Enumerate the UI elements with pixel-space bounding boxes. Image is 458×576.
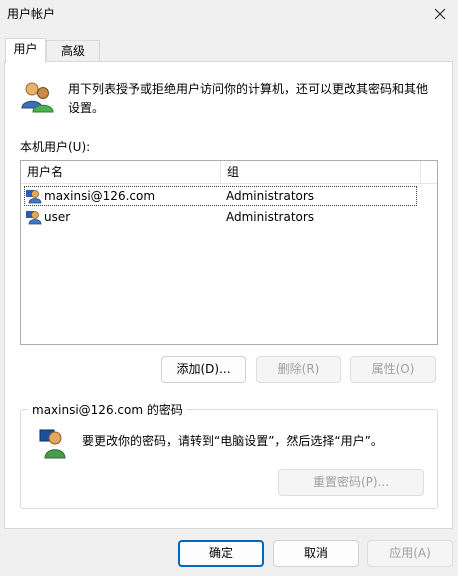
column-header-username[interactable]: 用户名 (21, 161, 221, 183)
user-key-icon (39, 429, 66, 459)
tab-users[interactable]: 用户 (5, 38, 46, 63)
remove-button[interactable]: 删除(R) (256, 356, 341, 383)
close-icon (434, 8, 446, 20)
title-bar: 用户帐户 (0, 0, 458, 28)
ok-button[interactable]: 确定 (178, 540, 264, 567)
password-group-legend: maxinsi@126.com 的密码 (29, 401, 186, 418)
user-list[interactable]: 用户名 组 maxinsi@126.com Administrators use… (20, 160, 438, 345)
cancel-button[interactable]: 取消 (273, 540, 359, 567)
window-title: 用户帐户 (7, 7, 56, 21)
users-icon (21, 82, 54, 113)
list-item[interactable]: user Administrators (24, 207, 417, 227)
user-list-label: 本机用户(U): (20, 140, 91, 154)
tab-advanced[interactable]: 高级 (46, 40, 100, 61)
list-item[interactable]: maxinsi@126.com Administrators (24, 186, 417, 206)
password-instruction-text: 要更改你的密码，请转到“电脑设置”，然后选择“用户”。 (82, 434, 383, 448)
tab-panel-users: 用下列表授予或拒绝用户访问你的计算机，还可以更改其密码和其他设置。 本机用户(U… (4, 61, 453, 529)
intro-text: 用下列表授予或拒绝用户访问你的计算机，还可以更改其密码和其他设置。 (68, 82, 429, 115)
apply-button[interactable]: 应用(A) (367, 540, 453, 567)
user-icon (26, 211, 42, 225)
user-group: Administrators (226, 189, 315, 203)
user-name: user (44, 210, 71, 224)
reset-password-button[interactable]: 重置密码(P)... (278, 469, 424, 496)
properties-button[interactable]: 属性(O) (350, 356, 436, 383)
user-group: Administrators (226, 210, 315, 224)
list-header: 用户名 组 (21, 161, 437, 184)
add-button[interactable]: 添加(D)... (161, 356, 246, 383)
user-name: maxinsi@126.com (44, 189, 156, 203)
user-icon (26, 190, 42, 204)
close-button[interactable] (422, 0, 458, 28)
dialog-button-bar: 确定 取消 应用(A) (0, 529, 458, 576)
password-groupbox: maxinsi@126.com 的密码 要更改你的密码，请转到“电脑设置”，然后… (20, 401, 438, 509)
column-header-group[interactable]: 组 (221, 161, 421, 183)
tab-strip: 用户 高级 (0, 38, 458, 63)
